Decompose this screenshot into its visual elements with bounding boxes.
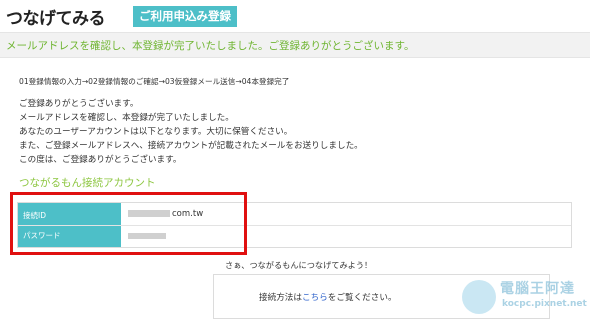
account-section-title: つながるもん接続アカウント bbox=[19, 177, 156, 189]
watermark-url: kocpc.pixnet.net bbox=[502, 299, 587, 309]
watermark-logo-icon bbox=[462, 280, 496, 314]
howto-link[interactable]: こちら bbox=[302, 293, 328, 303]
message-line: メールアドレスを確認し、本登録が完了いたしました。 bbox=[19, 113, 234, 123]
message-line: ご登録ありがとうございます。 bbox=[19, 99, 139, 109]
message-line: あなたのユーザーアカウントは以下となります。大切に保管ください。 bbox=[19, 127, 293, 137]
watermark: 電腦王阿達 kocpc.pixnet.net bbox=[462, 276, 588, 324]
cta-text: さぁ、つながるもんにつなげてみよう！ bbox=[225, 260, 373, 270]
message-line: また、ご登録メールアドレスへ、接続アカウントが記載されたメールをお送りしました。 bbox=[19, 141, 363, 151]
completion-banner: メールアドレスを確認し、本登録が完了いたしました。ご登録ありがとうございます。 bbox=[0, 32, 590, 58]
site-title: つなげてみる bbox=[6, 9, 106, 29]
howto-text: 接続方法はこちらをご覧ください。 bbox=[259, 291, 397, 303]
howto-prefix: 接続方法は bbox=[259, 293, 302, 303]
watermark-title: 電腦王阿達 bbox=[500, 281, 575, 297]
header: つなげてみる ご利用申込み登録 bbox=[0, 0, 590, 32]
message-line: この度は、ご登録ありがとうございます。 bbox=[19, 155, 182, 165]
registration-steps: 01登録情報の入力→02登録情報のご確認→03仮登録メール送信→04本登録完了 bbox=[19, 77, 290, 86]
banner-message: メールアドレスを確認し、本登録が完了いたしました。ご登録ありがとうございます。 bbox=[6, 40, 415, 52]
howto-suffix: をご覧ください。 bbox=[327, 293, 397, 303]
registration-badge: ご利用申込み登録 bbox=[133, 6, 237, 27]
highlight-box bbox=[10, 192, 247, 255]
